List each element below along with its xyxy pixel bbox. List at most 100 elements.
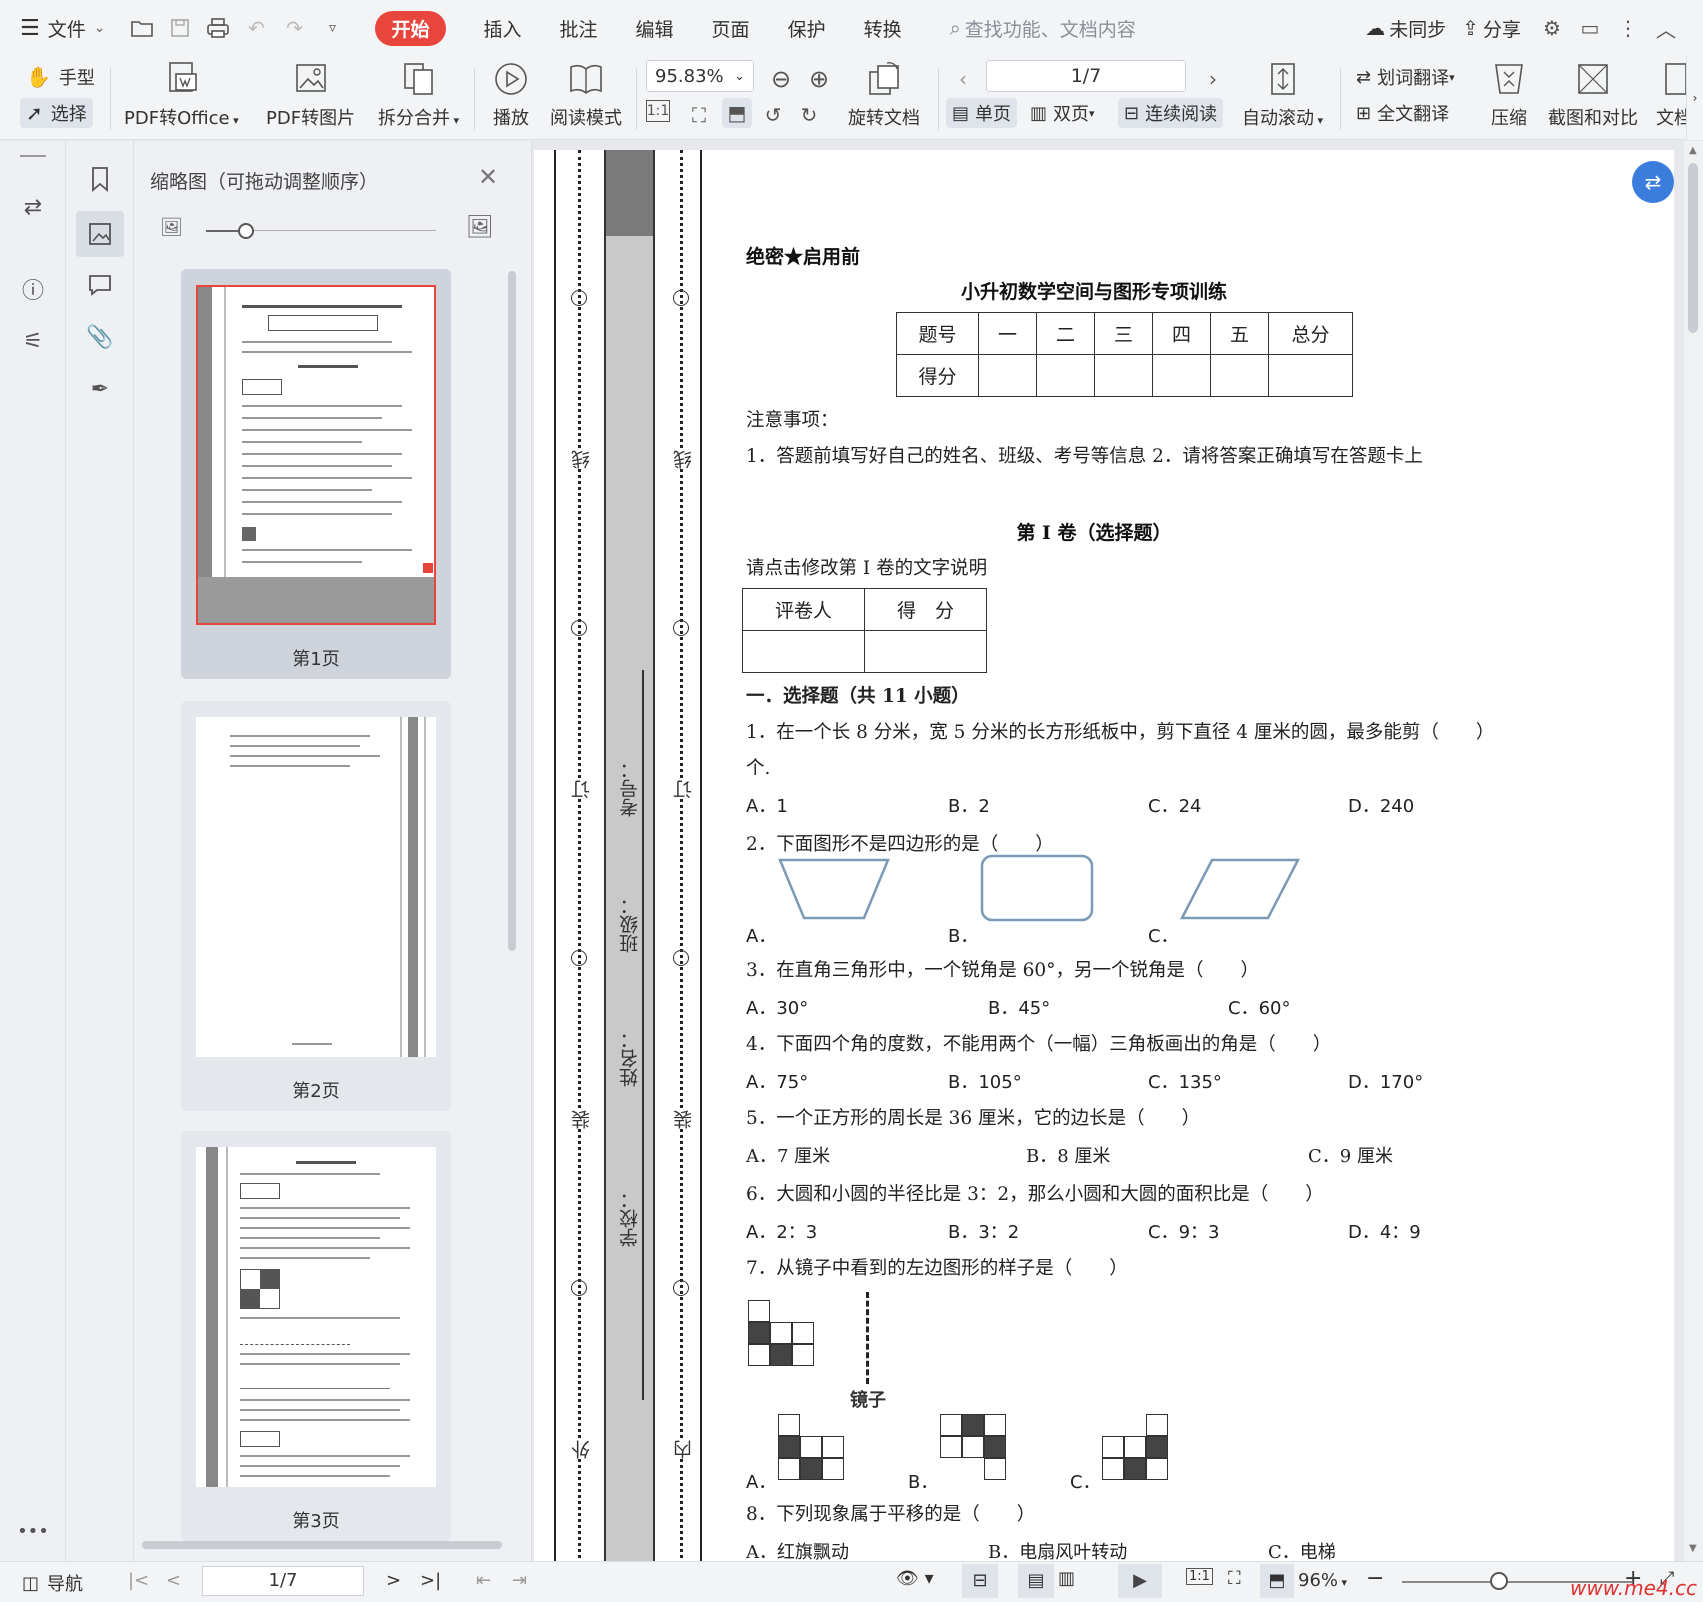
score-header-cell: 题号 [896,312,979,355]
split-merge-button[interactable]: 拆分合并 ▾ [378,60,459,130]
zoom-slider-handle[interactable] [1490,1572,1508,1590]
large-image-icon[interactable]: 🖼 [466,215,494,240]
cloud-sync-button[interactable]: ☁ 未同步 [1365,15,1446,42]
zoom-in-icon[interactable]: ⊕ [804,64,834,94]
navigation-toggle[interactable]: ◫ 导航 [22,1570,83,1596]
save-icon[interactable] [165,13,195,43]
word-translate-button[interactable]: ⇄ 划词翻译 ▾ [1356,64,1455,90]
double-page-icon[interactable]: ▥ [1058,1568,1075,1589]
comment-icon[interactable] [80,265,120,305]
status-zoom-select[interactable]: 96% ▾ [1298,1570,1347,1591]
thumbnail-page-2[interactable]: 第2页 [181,701,451,1111]
actual-size-icon[interactable]: 1:1 [1186,1568,1213,1585]
floating-convert-icon[interactable]: ⇄ [1632,161,1674,203]
scroll-thumb[interactable] [1688,163,1698,333]
open-folder-icon[interactable] [127,13,157,43]
share-button[interactable]: ⇪ 分享 [1462,15,1521,42]
notice-text: 1．答题前填写好自己的姓名、班级、考号等信息 2．请将答案正确填写在答题卡上 [746,446,1423,467]
tab-page[interactable]: 页面 [712,15,750,42]
thumbnail-hscrollbar[interactable] [142,1541,502,1549]
fit-page-icon[interactable]: ⛶ [1228,1568,1241,1589]
attachment-icon[interactable]: 📎 [80,317,120,357]
actual-size-icon[interactable]: 1:1 [646,100,670,122]
continuous-mode-icon[interactable]: ⊟ [962,1564,998,1598]
tab-annotate[interactable]: 批注 [560,15,598,42]
double-page-button[interactable]: ▥ 双页 ▾ [1030,100,1095,126]
page-number-input[interactable]: 1/7 [986,60,1186,92]
select-tool-button[interactable]: ➚ 选择 [20,98,93,128]
rotate-document-button[interactable]: 旋转文档 [848,60,920,130]
scroll-down-icon[interactable]: ▼ [1689,1543,1697,1554]
play-icon [495,63,527,95]
tab-start[interactable]: 开始 [375,10,446,46]
fit-width-icon[interactable]: ⬒ [1260,1564,1294,1598]
forward-icon[interactable]: ⇥ [512,1570,527,1591]
auto-scroll-button[interactable]: 自动滚动 ▾ [1242,60,1323,130]
undo-icon[interactable]: ↶ [241,13,271,43]
pdf-to-image-button[interactable]: PDF转图片 [266,60,355,130]
last-page-icon[interactable]: >| [420,1570,441,1591]
next-page-icon[interactable]: › [1198,64,1228,94]
play-icon[interactable]: ▶ [1118,1564,1162,1598]
search-input[interactable]: ⌕ 查找功能、文档内容 [950,15,1136,42]
thumbnail-page-1[interactable]: 第1页 [181,269,451,679]
zoom-select[interactable]: 95.83% ⌄ [646,60,754,92]
quick-access-toolbar: ↶ ↷ ▿ [127,13,355,43]
status-page-input[interactable]: 1/7 [202,1566,364,1596]
rotate-left-icon[interactable]: ↺ [758,100,788,130]
ribbon-scroll-right-icon[interactable]: › [1686,56,1703,140]
prev-page-icon[interactable]: ‹ [948,64,978,94]
fit-width-icon[interactable]: ⬒ [722,98,752,128]
read-mode-button[interactable]: 阅读模式 [550,60,622,130]
sliders-icon[interactable]: ⚟ [13,321,53,361]
document-scrollbar[interactable]: ▲ ▼ [1684,141,1703,1561]
zoom-out-icon[interactable]: − [1366,1566,1384,1591]
single-page-button[interactable]: ▤ 单页 [946,98,1018,128]
settings-icon[interactable]: ⚙ [1537,13,1567,43]
pdf-to-office-button[interactable]: PDF转Office ▾ [124,60,239,130]
bookmark-icon[interactable] [80,159,120,199]
continuous-read-button[interactable]: ⊟ 连续阅读 [1118,98,1224,128]
tab-protect[interactable]: 保护 [788,15,826,42]
zoom-out-icon[interactable]: ⊖ [766,64,796,94]
customize-dropdown-icon[interactable]: ▿ [317,13,347,43]
more-horizontal-icon[interactable]: ••• [13,1511,53,1551]
binding-label-order-inner: 订 [670,780,697,799]
close-icon[interactable]: ✕ [478,163,498,191]
file-menu[interactable]: ☰ 文件 ⌄ [20,15,105,42]
screenshot-compare-button[interactable]: 截图和对比 [1548,60,1638,130]
pdf-reader-app: ☰ 文件 ⌄ ↶ ↷ ▿ 开始 插入 批注 编辑 页面 保护 转换 ⌕ 查找功能… [0,0,1703,1602]
more-vertical-icon[interactable]: ⋮ [1613,13,1643,43]
thumb-size-slider[interactable] [238,223,254,239]
thumbnail-page-3[interactable]: 第3页 [181,1131,451,1541]
compress-button[interactable]: 压缩 [1490,60,1528,130]
tab-edit[interactable]: 编辑 [636,15,674,42]
rotate-right-icon[interactable]: ↻ [794,100,824,130]
collapse-ribbon-icon[interactable]: ︿ [1651,13,1681,43]
help-icon[interactable]: ⓘ [13,269,53,309]
small-image-icon[interactable]: 🖼 [160,217,183,238]
tab-insert[interactable]: 插入 [484,15,522,42]
signature-pen-icon[interactable]: ✒ [80,369,120,409]
field-name: 姓名： [619,1030,641,1087]
first-page-icon[interactable]: |< [128,1570,149,1591]
message-icon[interactable]: ▭ [1575,13,1605,43]
document-tool-button[interactable]: 文档 [1656,60,1686,130]
scroll-up-icon[interactable]: ▲ [1689,145,1697,156]
double-page-icon: ▥ [1030,102,1048,124]
print-icon[interactable] [203,13,233,43]
full-translate-button[interactable]: ⊞ 全文翻译 [1356,100,1449,126]
thumbnail-icon[interactable] [76,211,124,257]
back-icon[interactable]: ⇤ [476,1570,491,1591]
hand-tool-button[interactable]: ✋ 手型 [26,64,95,90]
thumbnail-scrollbar[interactable] [508,271,516,951]
convert-icon[interactable]: ⇄ [13,187,53,227]
fit-page-icon[interactable]: ⛶ [684,100,714,130]
single-page-icon[interactable]: ▤ [1018,1564,1054,1598]
play-button[interactable]: 播放 [492,60,530,130]
next-page-icon[interactable]: > [386,1570,401,1591]
prev-page-icon[interactable]: < [166,1570,181,1591]
redo-icon[interactable]: ↷ [279,13,309,43]
tab-convert[interactable]: 转换 [864,15,902,42]
eye-protect-icon[interactable]: 👁 ▾ [896,1568,934,1589]
